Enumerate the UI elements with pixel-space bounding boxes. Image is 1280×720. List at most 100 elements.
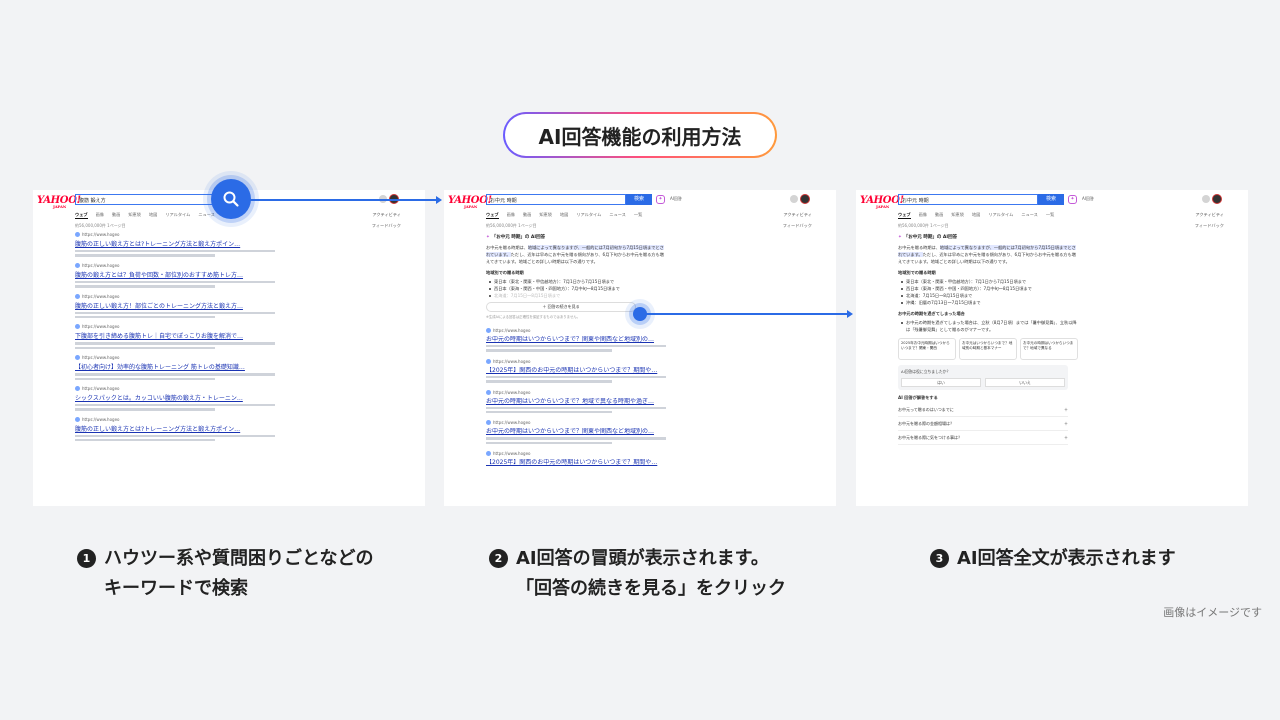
ai-sparkle-icon: ✦ — [898, 235, 902, 240]
tab-map[interactable]: 地図 — [560, 212, 568, 219]
tab-web[interactable]: ウェブ — [486, 212, 499, 219]
avatar[interactable] — [1212, 194, 1222, 204]
ai-answer-full: ✦ 「お中元 時期」の AI回答 お中元を贈る時期は、地域によって異なりますが、一… — [898, 234, 1078, 445]
tab-web[interactable]: ウェブ — [75, 212, 88, 219]
title-pill: AI回答機能の利用方法 — [503, 112, 777, 158]
result-link[interactable]: 腹筋の正しい鍛え方とは?トレーニング方法と鍛え方ポイン… — [75, 239, 275, 248]
feedback-link[interactable]: フィードバック — [783, 223, 812, 229]
tab-news[interactable]: ニュース — [198, 212, 215, 219]
screenshot-ai-preview: YAHOO! JAPAN お中元 時期 検索 ✦ AI回答 ウェブ 画像 動画 知… — [444, 190, 836, 506]
feedback-no-button[interactable]: いいえ — [985, 378, 1065, 387]
search-icon[interactable] — [211, 179, 251, 219]
tab-news[interactable]: ニュース — [609, 212, 626, 219]
result-link[interactable]: 腹筋の鍛え方とは？負荷や回数・部位別のおすすめ筋トレ方… — [75, 270, 275, 279]
ai-subheading: 地域別での贈る時期 — [898, 270, 936, 275]
tab-chiebukuro[interactable]: 知恵袋 — [951, 212, 964, 219]
favicon-icon — [75, 232, 80, 237]
tab-list[interactable]: 一覧 — [1046, 212, 1054, 219]
result-link[interactable]: 下腹部を引き締める腹筋トレ｜自宅でぽっこりお腹を解消で… — [75, 331, 275, 340]
tab-images[interactable]: 画像 — [96, 212, 104, 219]
screenshot-ai-full: YAHOO! JAPAN お中元 時期 検索 ✦ AI回答 ウェブ 画像 動画 知… — [856, 190, 1248, 506]
result-link[interactable]: 【2025年】関西のお中元の時期はいつからいつまで？期間や… — [486, 459, 666, 466]
list-item: https://www.hogeo 【2025年】関西のお中元の時期はいつからいつ… — [486, 450, 666, 466]
activity-link[interactable]: アクティビティ — [372, 212, 401, 218]
faq-item[interactable]: お中元って贈るのはいつまでに＋ — [898, 403, 1068, 417]
faq-item[interactable]: お中元を贈る際に気をつける事は？＋ — [898, 431, 1068, 445]
source-card[interactable]: お中元の時期はいつからいつまで？地域で異なる — [1020, 338, 1078, 360]
ai-bullet: 北海道：7月15日〜8月15日頃まで — [486, 292, 666, 299]
tab-chiebukuro[interactable]: 知恵袋 — [539, 212, 552, 219]
ai-sparkle-icon[interactable]: ✦ — [1068, 195, 1077, 204]
feedback-link[interactable]: フィードバック — [1195, 223, 1224, 229]
list-item: https://www.hogeo 腹筋の正しい鍛え方！部位ごとのトレーニング方法… — [75, 293, 275, 319]
favicon-icon — [75, 416, 80, 422]
image-disclaimer: 画像はイメージです — [1163, 606, 1262, 619]
search-input[interactable]: お中元 時期 — [898, 194, 1038, 205]
tab-map[interactable]: 地図 — [972, 212, 980, 219]
ai-bullet: 東日本（東北・関東・甲信越地方）：7月1日から7月15日頃まで — [898, 278, 1078, 285]
favicon-icon — [486, 328, 491, 333]
list-item: https://www.hogeo 【初心者向け】効率的な腹筋トレーニング 筋トレ… — [75, 355, 275, 380]
search-input[interactable]: お中元 時期 — [486, 194, 626, 205]
result-link[interactable]: 【初心者向け】効率的な腹筋トレーニング 筋トレの基礎知識… — [75, 362, 275, 371]
feedback-link[interactable]: フィードバック — [372, 223, 401, 229]
favicon-icon — [486, 389, 491, 395]
activity-link[interactable]: アクティビティ — [1195, 212, 1224, 218]
activity-link[interactable]: アクティビティ — [783, 212, 812, 218]
tab-images[interactable]: 画像 — [507, 212, 515, 219]
ai-subheading: 地域別での贈る時期 — [486, 270, 524, 275]
step-1: 1 ハウツー系や質問困りごとなどの キーワードで検索 — [77, 544, 373, 604]
plus-icon: ＋ — [1064, 407, 1068, 412]
tab-videos[interactable]: 動画 — [112, 212, 120, 219]
ai-sparkle-icon: ✦ — [486, 235, 490, 240]
arrow-step2-to-step3 — [645, 310, 853, 318]
ai-bullet: 東日本（東北・関東・甲信越地方）：7月1日から7月15日頃まで — [486, 278, 666, 285]
tab-map[interactable]: 地図 — [149, 212, 157, 219]
result-link[interactable]: 【2025年】関西のお中元の時期はいつからいつまで？期間や… — [486, 367, 666, 374]
source-card[interactable]: 2025年お中元時期はいつからいつまで？関東・関西 — [898, 338, 956, 360]
ai-sparkle-icon[interactable]: ✦ — [656, 195, 665, 204]
tab-realtime[interactable]: リアルタイム — [165, 212, 190, 219]
tab-images[interactable]: 画像 — [919, 212, 927, 219]
tab-news[interactable]: ニュース — [1021, 212, 1038, 219]
favicon-icon — [75, 385, 80, 391]
result-link[interactable]: 腹筋の正しい鍛え方とは?トレーニング方法と鍛え方ポイン… — [75, 424, 275, 433]
gear-icon[interactable] — [1202, 195, 1210, 203]
ai-answer-intro: お中元を贈る時期は、地域によって異なりますが、一般的には7月初旬から7月15日頃… — [486, 245, 664, 264]
source-card[interactable]: お中元はいつからいつまで？地域別の時期と基本マナー — [959, 338, 1017, 360]
search-tabs: ウェブ 画像 動画 知恵袋 地図 リアルタイム ニュース 一覧 — [486, 212, 642, 219]
feedback-yes-button[interactable]: はい — [901, 378, 981, 387]
plus-icon: ＋ — [1064, 435, 1068, 440]
result-link[interactable]: お中元の時期はいつからいつまで？関東や関西など地域別の… — [486, 336, 666, 343]
search-tabs: ウェブ 画像 動画 知恵袋 地図 リアルタイム ニュース — [75, 212, 215, 219]
faq-item[interactable]: お中元を贈る際の金額相場は？＋ — [898, 417, 1068, 431]
avatar[interactable] — [800, 194, 810, 204]
result-link[interactable]: 腹筋の正しい鍛え方！部位ごとのトレーニング方法と鍛え方… — [75, 301, 275, 310]
favicon-icon — [486, 451, 491, 457]
tab-videos[interactable]: 動画 — [523, 212, 531, 219]
tab-videos[interactable]: 動画 — [935, 212, 943, 219]
result-link[interactable]: お中元の時期はいつからいつまで？地域で異なる時期や過ぎ… — [486, 398, 666, 405]
result-link[interactable]: お中元の時期はいつからいつまで？関東や関西など地域別の… — [486, 428, 666, 435]
list-item: https://www.hogeo 下腹部を引き締める腹筋トレ｜自宅でぽっこりお腹… — [75, 324, 275, 350]
ai-bullet: 沖縄：旧暦の7月13日〜7月15日頃まで — [898, 299, 1078, 306]
result-count: 約56,000,000件 1ページ目 — [486, 223, 537, 228]
step-2: 2 AI回答の冒頭が表示されます。 「回答の続きを見る」をクリック — [489, 544, 786, 604]
ai-label: AI回答 — [670, 196, 682, 201]
tab-chiebukuro[interactable]: 知恵袋 — [128, 212, 141, 219]
gear-icon[interactable] — [790, 195, 798, 203]
search-button[interactable]: 検索 — [626, 194, 652, 205]
result-count: 約56,000,000件 1ページ目 — [898, 223, 949, 228]
tab-realtime[interactable]: リアルタイム — [576, 212, 601, 219]
show-more-button[interactable]: ＋ 回答の続きを見る — [486, 302, 636, 312]
list-item: https://www.hogeo お中元の時期はいつからいつまで？地域で異なる時… — [486, 389, 666, 414]
ai-answer-heading: ✦ 「お中元 時期」の AI回答 — [898, 235, 958, 240]
search-button[interactable]: 検索 — [1038, 194, 1064, 205]
result-link[interactable]: シックスパックとは。カッコいい腹筋の鍛え方・トレーニン… — [75, 393, 275, 402]
tab-realtime[interactable]: リアルタイム — [988, 212, 1013, 219]
list-item: https://www.hogeo 腹筋の正しい鍛え方とは?トレーニング方法と鍛え… — [75, 416, 275, 442]
step-3: 3 AI回答全文が表示されます — [930, 544, 1176, 574]
search-input[interactable]: 腹筋 鍛え方 — [75, 194, 225, 205]
tab-list[interactable]: 一覧 — [634, 212, 642, 219]
tab-web[interactable]: ウェブ — [898, 212, 911, 219]
